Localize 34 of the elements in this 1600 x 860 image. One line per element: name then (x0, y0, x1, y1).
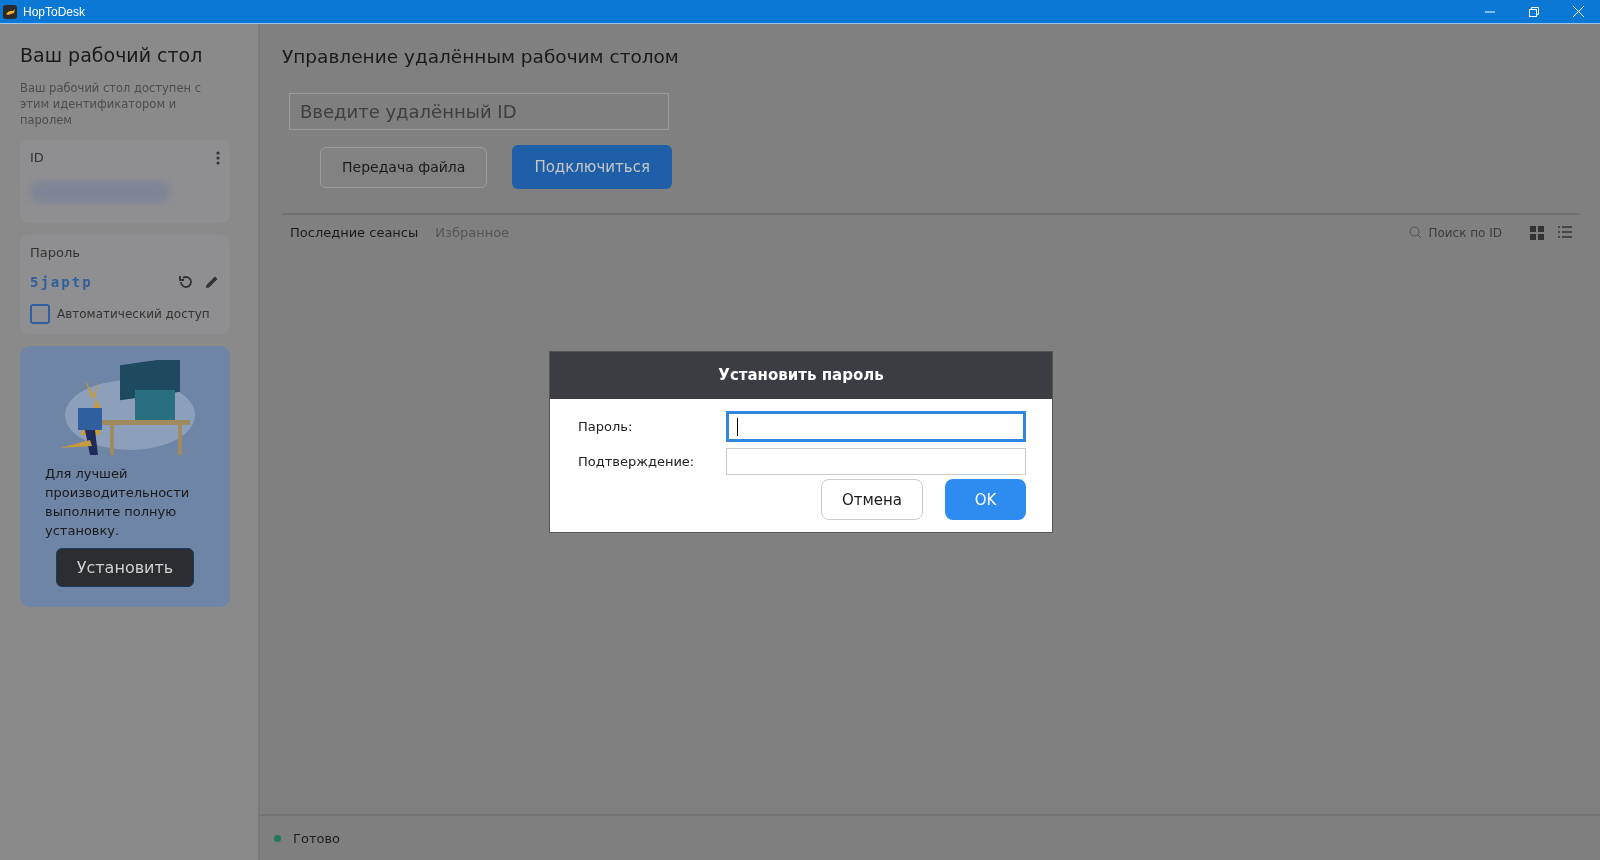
password-input-field[interactable] (726, 411, 1026, 442)
window-title: HopToDesk (23, 4, 87, 19)
password-label: Пароль (30, 245, 81, 260)
refresh-icon[interactable] (178, 274, 194, 290)
password-input-field[interactable] (726, 448, 1026, 475)
ok-button[interactable]: OK (945, 479, 1026, 520)
more-options-icon[interactable] (216, 150, 220, 165)
auto-access-label: Автоматический доступ (57, 307, 210, 321)
search-icon (1409, 226, 1423, 239)
sidebar-title: Ваш рабочий стол (20, 44, 204, 66)
sidebar-description: Ваш рабочий стол доступен с этим идентификатором и паролем (20, 80, 202, 128)
status-text: Готово (293, 830, 341, 846)
list-view-icon[interactable] (1558, 225, 1572, 238)
remote-id-field[interactable]: Введите удалённый ID (289, 93, 669, 130)
connect-button[interactable]: Подключиться (512, 145, 672, 189)
field-label: Пароль: (578, 419, 634, 434)
id-label: ID (30, 150, 44, 165)
status-dot (274, 834, 281, 842)
promo-text: Для лучшей производительности выполните полную установку. (45, 465, 191, 540)
edit-icon[interactable] (204, 274, 220, 290)
main-title: Управление удалённым рабочим столом (282, 46, 680, 67)
search-field[interactable]: Поиск по ID (1428, 225, 1502, 240)
dialog-title: Установить пароль (550, 352, 1052, 399)
grid-view-icon[interactable] (1530, 225, 1544, 240)
tab[interactable]: Последние сеансы (290, 225, 419, 240)
password-value: 5japtp (30, 274, 93, 290)
cancel-button[interactable]: Отмена (821, 479, 923, 520)
install-button[interactable]: Установить (55, 548, 195, 587)
app-logo-icon (3, 4, 17, 19)
close-icon[interactable] (1572, 6, 1584, 17)
file-transfer-button[interactable]: Передача файла (320, 146, 488, 188)
auto-access-checkbox[interactable] (30, 304, 50, 324)
restore-icon[interactable] (1529, 6, 1539, 17)
field-label: Подтверждение: (578, 454, 696, 469)
